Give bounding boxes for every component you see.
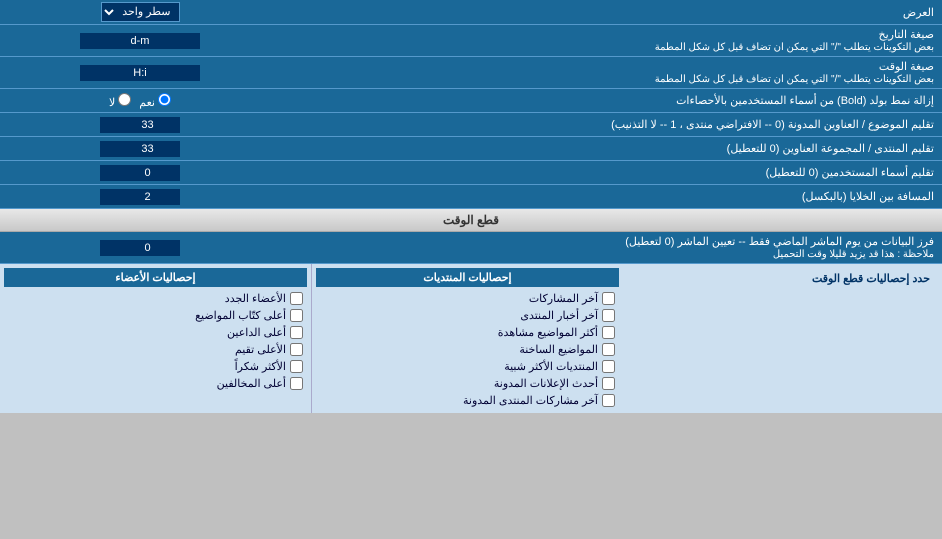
list-item: الأكثر شكراً: [4, 358, 307, 375]
username-limit-label: تقليم أسماء المستخدمين (0 للتعطيل): [280, 163, 942, 182]
time-section-input[interactable]: [100, 240, 180, 256]
time-format-label: صيغة الوقت بعض التكوينات يتطلب "/" التي …: [280, 57, 942, 88]
time-section-label: فرز البيانات من يوم الماشر الماضي فقط --…: [280, 232, 942, 263]
radio-yes-label: نعم: [139, 93, 171, 109]
gap-input[interactable]: [100, 189, 180, 205]
checkbox-posts-6[interactable]: [602, 394, 615, 407]
time-section-row: فرز البيانات من يوم الماشر الماضي فقط --…: [0, 232, 942, 264]
radio-no[interactable]: [118, 93, 131, 106]
list-item: المواضيع الساخنة: [316, 341, 619, 358]
checkbox-posts-3[interactable]: [602, 343, 615, 356]
list-item: آخر مشاركات المنتدى المدونة: [316, 392, 619, 409]
main-container: العرض سطر واحد صيغة التاريخ بعض التكوينا…: [0, 0, 942, 413]
checkbox-posts-0[interactable]: [602, 292, 615, 305]
bold-radio-group: نعم لا: [101, 93, 179, 109]
forum-limit-input-cell: [0, 139, 280, 159]
display-dropdown[interactable]: سطر واحد: [101, 2, 180, 22]
list-item: آخر المشاركات: [316, 290, 619, 307]
gap-label: المسافة بين الخلايا (بالبكسل): [280, 187, 942, 206]
username-limit-input-cell: [0, 163, 280, 183]
checkbox-members-0[interactable]: [290, 292, 303, 305]
list-item: أكثر المواضيع مشاهدة: [316, 324, 619, 341]
forum-limit-row: تقليم المنتدى / المجموعة العناوين (0 للت…: [0, 137, 942, 161]
checkbox-members-4[interactable]: [290, 360, 303, 373]
topic-limit-label: تقليم الموضوع / العناوين المدونة (0 -- ا…: [280, 115, 942, 134]
stats-members-col: إحصاليات الأعضاء الأعضاء الجدد أعلى كتّا…: [0, 264, 311, 413]
checkbox-members-2[interactable]: [290, 326, 303, 339]
header-row: العرض سطر واحد: [0, 0, 942, 25]
bold-remove-row: إزالة نمط بولد (Bold) من أسماء المستخدمي…: [0, 89, 942, 113]
list-item: أعلى الداعين: [4, 324, 307, 341]
header-dropdown-cell: سطر واحد: [0, 0, 280, 24]
list-item: آخر أخبار المنتدى: [316, 307, 619, 324]
bold-remove-label: إزالة نمط بولد (Bold) من أسماء المستخدمي…: [280, 91, 942, 110]
gap-input-cell: [0, 187, 280, 207]
topic-limit-input[interactable]: [100, 117, 180, 133]
checkbox-posts-2[interactable]: [602, 326, 615, 339]
date-format-row: صيغة التاريخ بعض التكوينات يتطلب "/" الت…: [0, 25, 942, 57]
topic-limit-row: تقليم الموضوع / العناوين المدونة (0 -- ا…: [0, 113, 942, 137]
gap-row: المسافة بين الخلايا (بالبكسل): [0, 185, 942, 209]
radio-yes[interactable]: [158, 93, 171, 106]
list-item: الأعضاء الجدد: [4, 290, 307, 307]
time-format-input-cell: [0, 63, 280, 83]
stats-section: حدد إحصاليات قطع الوقت إحصاليات المنتديا…: [0, 264, 942, 413]
checkbox-members-3[interactable]: [290, 343, 303, 356]
forum-limit-label: تقليم المنتدى / المجموعة العناوين (0 للت…: [280, 139, 942, 158]
header-label: العرض: [280, 3, 942, 22]
checkbox-members-1[interactable]: [290, 309, 303, 322]
time-format-input[interactable]: [80, 65, 200, 81]
bold-remove-radio-cell: نعم لا: [0, 91, 280, 111]
list-item: أعلى كتّاب المواضيع: [4, 307, 307, 324]
date-format-input-cell: [0, 31, 280, 51]
time-section-header: قطع الوقت: [0, 209, 942, 232]
time-format-row: صيغة الوقت بعض التكوينات يتطلب "/" التي …: [0, 57, 942, 89]
checkbox-members-5[interactable]: [290, 377, 303, 390]
list-item: أعلى المخالفين: [4, 375, 307, 392]
checkbox-posts-5[interactable]: [602, 377, 615, 390]
stats-posts-header: إحصاليات المنتديات: [316, 268, 619, 287]
forum-limit-input[interactable]: [100, 141, 180, 157]
stats-members-header: إحصاليات الأعضاء: [4, 268, 307, 287]
list-item: الأعلى تقيم: [4, 341, 307, 358]
list-item: المنتديات الأكثر شبية: [316, 358, 619, 375]
list-item: أحدث الإعلانات المدونة: [316, 375, 619, 392]
checkbox-posts-4[interactable]: [602, 360, 615, 373]
topic-limit-input-cell: [0, 115, 280, 135]
radio-no-label: لا: [109, 93, 131, 109]
stats-right-col: حدد إحصاليات قطع الوقت: [623, 264, 942, 413]
date-format-label: صيغة التاريخ بعض التكوينات يتطلب "/" الت…: [280, 25, 942, 56]
username-limit-input[interactable]: [100, 165, 180, 181]
stats-right-label: حدد إحصاليات قطع الوقت: [631, 268, 934, 289]
time-section-input-cell: [0, 238, 280, 258]
username-limit-row: تقليم أسماء المستخدمين (0 للتعطيل): [0, 161, 942, 185]
checkbox-posts-1[interactable]: [602, 309, 615, 322]
date-format-input[interactable]: [80, 33, 200, 49]
stats-posts-col: إحصاليات المنتديات آخر المشاركات آخر أخب…: [311, 264, 623, 413]
